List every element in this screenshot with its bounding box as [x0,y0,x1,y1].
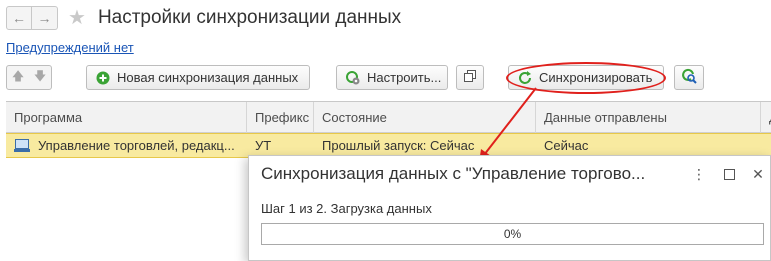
computer-icon [14,139,30,152]
back-button[interactable]: ← [6,6,32,30]
arrow-down-icon[interactable]: 🡇 [34,67,46,88]
program-name: Управление торговлей, редакц... [38,138,235,153]
sync-search-button[interactable] [674,65,704,90]
dialog-title: Синхронизация данных с "Управление торго… [261,164,646,183]
page-title: Настройки синхронизации данных [97,7,402,28]
progress-bar: 0% [261,223,764,245]
setup-button[interactable]: Настроить... [336,65,448,90]
arrow-up-icon[interactable]: 🡅 [12,67,24,88]
copy-window-icon [464,70,476,85]
column-header-state[interactable]: Состояние [314,102,536,133]
arrow-left-icon: ← [12,10,26,26]
table-header: Программа Префикс Состояние Данные отпра… [6,102,771,133]
cell-sent: Сейчас [544,138,589,153]
column-header-sent[interactable]: Данные отправлены [536,102,761,133]
setup-label: Настроить... [367,70,442,85]
close-icon[interactable]: ✕ [749,164,767,184]
warnings-link[interactable]: Предупреждений нет [6,40,134,55]
sync-search-icon [681,68,697,87]
cell-program: Управление торговлей, редакц... [6,134,247,157]
maximize-icon[interactable] [720,164,738,184]
step-text: Шаг 1 из 2. Загрузка данных [261,201,432,216]
cell-state: Прошлый запуск: Сейчас [322,138,475,153]
plus-circle-icon [95,70,111,86]
progress-label: 0% [503,227,522,241]
column-header-program[interactable]: Программа [6,102,247,133]
star-icon[interactable]: ★ [68,8,86,28]
new-sync-button[interactable]: Новая синхронизация данных [86,65,310,90]
sync-progress-dialog: Синхронизация данных с "Управление торго… [248,155,771,261]
open-window-button[interactable] [456,65,484,90]
new-sync-label: Новая синхронизация данных [117,70,299,85]
title-bar: ← → ★ Настройки синхронизации данных [6,5,401,31]
column-header-extra[interactable]: Д [761,102,771,133]
arrow-right-icon: → [37,10,52,26]
annotation-oval [506,62,666,94]
move-buttons: 🡅 🡇 [6,65,52,90]
cell-prefix: УТ [255,138,272,153]
settings-sync-icon [345,70,361,86]
column-header-prefix[interactable]: Префикс [247,102,314,133]
forward-button[interactable]: → [32,6,58,30]
more-icon[interactable]: ⋮ [690,164,708,184]
